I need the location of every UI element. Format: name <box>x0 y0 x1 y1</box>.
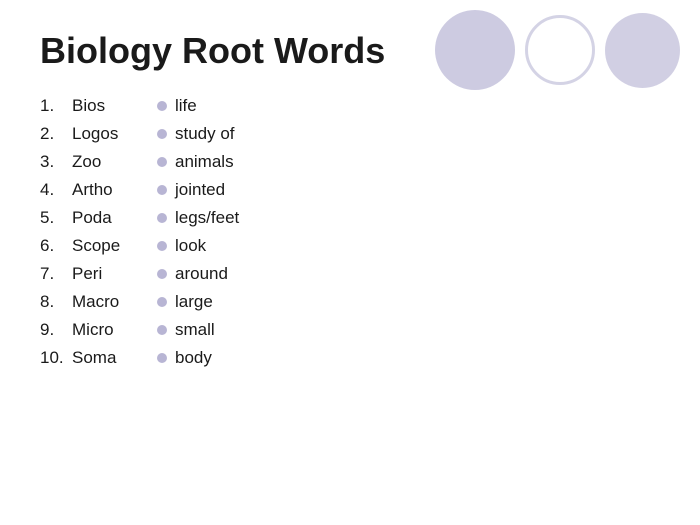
item-number: 4. <box>40 180 72 200</box>
bullet-icon <box>157 353 167 363</box>
item-bullet-container: jointed <box>157 180 225 200</box>
circle-1 <box>435 10 515 90</box>
circle-2 <box>525 15 595 85</box>
item-word: Logos <box>72 124 147 144</box>
item-definition: look <box>175 236 206 256</box>
list-item: 3. Zoo animals <box>40 152 660 172</box>
item-word: Poda <box>72 208 147 228</box>
bullet-icon <box>157 269 167 279</box>
list-item: 9. Micro small <box>40 320 660 340</box>
circle-3 <box>605 13 680 88</box>
item-bullet-container: around <box>157 264 228 284</box>
item-number: 10. <box>40 348 72 368</box>
list-item: 10. Soma body <box>40 348 660 368</box>
list-item: 7. Peri around <box>40 264 660 284</box>
bullet-icon <box>157 241 167 251</box>
bullet-icon <box>157 185 167 195</box>
bullet-icon <box>157 129 167 139</box>
item-word: Zoo <box>72 152 147 172</box>
item-number: 9. <box>40 320 72 340</box>
item-bullet-container: life <box>157 96 197 116</box>
item-definition: large <box>175 292 213 312</box>
item-number: 2. <box>40 124 72 144</box>
item-definition: legs/feet <box>175 208 239 228</box>
bullet-icon <box>157 325 167 335</box>
item-number: 8. <box>40 292 72 312</box>
item-word: Scope <box>72 236 147 256</box>
item-number: 5. <box>40 208 72 228</box>
item-bullet-container: legs/feet <box>157 208 239 228</box>
list-item: 4. Artho jointed <box>40 180 660 200</box>
word-list: 1. Bios life 2. Logos study of 3. Zoo an… <box>40 96 660 368</box>
item-definition: animals <box>175 152 234 172</box>
item-bullet-container: body <box>157 348 212 368</box>
item-word: Peri <box>72 264 147 284</box>
bullet-icon <box>157 213 167 223</box>
item-word: Micro <box>72 320 147 340</box>
list-item: 5. Poda legs/feet <box>40 208 660 228</box>
bullet-icon <box>157 101 167 111</box>
list-item: 8. Macro large <box>40 292 660 312</box>
item-bullet-container: study of <box>157 124 235 144</box>
item-number: 1. <box>40 96 72 116</box>
item-definition: study of <box>175 124 235 144</box>
item-definition: jointed <box>175 180 225 200</box>
item-number: 3. <box>40 152 72 172</box>
item-word: Artho <box>72 180 147 200</box>
item-bullet-container: look <box>157 236 206 256</box>
decorative-circles <box>435 10 680 90</box>
list-item: 2. Logos study of <box>40 124 660 144</box>
item-number: 7. <box>40 264 72 284</box>
item-definition: small <box>175 320 215 340</box>
item-word: Soma <box>72 348 147 368</box>
list-item: 6. Scope look <box>40 236 660 256</box>
item-bullet-container: large <box>157 292 213 312</box>
bullet-icon <box>157 157 167 167</box>
list-item: 1. Bios life <box>40 96 660 116</box>
item-word: Bios <box>72 96 147 116</box>
item-word: Macro <box>72 292 147 312</box>
item-bullet-container: animals <box>157 152 234 172</box>
item-definition: body <box>175 348 212 368</box>
item-definition: around <box>175 264 228 284</box>
bullet-icon <box>157 297 167 307</box>
item-definition: life <box>175 96 197 116</box>
item-number: 6. <box>40 236 72 256</box>
item-bullet-container: small <box>157 320 215 340</box>
